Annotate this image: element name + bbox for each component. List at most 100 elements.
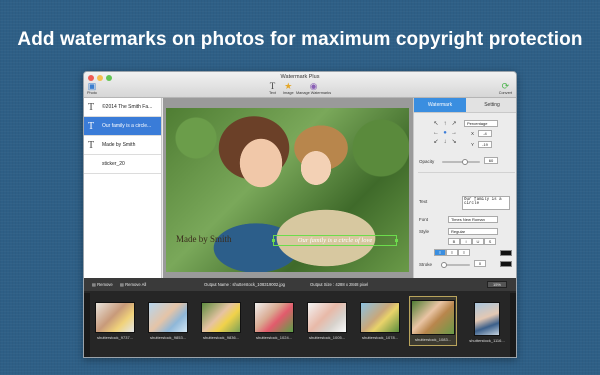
stroke-input[interactable]: 0 xyxy=(474,260,486,267)
manage-icon: ◉ xyxy=(309,81,318,91)
thumbnail-label: shutterstock_1116... xyxy=(469,338,505,343)
scroll-right-handle[interactable] xyxy=(510,293,516,357)
text-layer-icon: T xyxy=(88,101,95,113)
italic-button[interactable]: I xyxy=(460,238,472,245)
opacity-slider-knob[interactable] xyxy=(461,159,468,165)
thumbnail-selected[interactable]: shutterstock_1083... xyxy=(409,296,457,346)
thumbnail-label: shutterstock_1005... xyxy=(308,335,346,340)
arrow-up-icon[interactable]: ↑ xyxy=(441,120,449,128)
thumbnail[interactable]: shutterstock_1116... xyxy=(466,302,508,346)
add-photo-button[interactable]: ▣ Photo xyxy=(87,81,97,95)
align-right-button[interactable]: ≡ xyxy=(458,249,470,256)
text-layer-icon: T xyxy=(88,139,95,151)
app-window: Watermark Plus ▣ Photo T Text ★ Image ◉ … xyxy=(83,71,517,358)
thumbnail-label: shutterstock_1083... xyxy=(414,337,452,342)
thumbnail-label: shutterstock_1024... xyxy=(255,335,293,340)
promo-headline: Add watermarks on photos for maximum cop… xyxy=(17,29,583,50)
add-image-button[interactable]: ★ Image xyxy=(283,81,294,95)
layer-item[interactable]: sticker_20 xyxy=(84,155,161,174)
star-icon: ★ xyxy=(284,81,293,91)
format-buttons: B I U S xyxy=(448,238,496,245)
tab-watermark[interactable]: Watermark xyxy=(414,98,466,113)
align-left-button[interactable]: ≡ xyxy=(434,249,446,256)
window-title: Watermark Plus xyxy=(280,74,320,80)
manage-label: Manage Watermarks xyxy=(296,91,332,95)
output-size: Output Size : 4288 x 2848 pixel xyxy=(310,282,369,287)
preview-photo[interactable]: Made by Smith Our family is a circle of … xyxy=(166,108,409,272)
thumbnail[interactable]: shutterstock_9853... xyxy=(147,302,189,346)
convert-label: Convert xyxy=(498,91,512,95)
thumbnail[interactable]: shutterstock_1024... xyxy=(253,302,295,346)
stroke-color-swatch[interactable] xyxy=(500,261,512,267)
thumbnail-image xyxy=(201,302,241,333)
opacity-slider[interactable] xyxy=(442,159,480,165)
text-label: Text xyxy=(269,91,276,95)
arrow-right-icon[interactable]: → xyxy=(450,129,458,137)
thumbnail-label: shutterstock_1078... xyxy=(361,335,399,340)
camera-icon: ▣ xyxy=(87,81,97,91)
remove-button[interactable]: ▤ Remove xyxy=(92,282,113,287)
layer-list-panel: T ©2014 The Smith Fa... T Our family is … xyxy=(84,98,162,304)
manage-watermarks-button[interactable]: ◉ Manage Watermarks xyxy=(296,81,331,95)
layer-label: Our family is a circle... xyxy=(102,123,152,129)
x-label: X xyxy=(471,131,475,136)
font-select[interactable]: Times New Roman xyxy=(448,216,498,223)
strike-button[interactable]: S xyxy=(484,238,496,245)
arrow-top-right-icon[interactable]: ↗ xyxy=(450,120,458,128)
divider xyxy=(418,172,515,173)
stroke-slider-knob[interactable] xyxy=(441,262,447,268)
y-input[interactable]: -19 xyxy=(478,141,492,148)
thumbnail[interactable]: shutterstock_1005... xyxy=(306,302,348,346)
arrow-down-icon[interactable]: ↓ xyxy=(441,138,449,146)
convert-button[interactable]: ⟳ Convert xyxy=(499,81,512,95)
remove-all-button[interactable]: ▤ Remove All xyxy=(120,282,146,287)
watermark-text-input[interactable]: Our family is a circle xyxy=(462,196,510,210)
arrow-left-icon[interactable]: ← xyxy=(432,129,440,137)
thumbnail-image xyxy=(474,302,500,336)
position-grid: ↖ ↑ ↗ ← ● → ↙ ↓ ↘ xyxy=(432,120,458,146)
text-icon: T xyxy=(269,81,276,91)
align-center-button[interactable]: ≡ xyxy=(446,249,458,256)
add-text-button[interactable]: T Text xyxy=(269,81,276,95)
thumbnail-label: shutterstock_9737... xyxy=(96,335,134,340)
layer-item[interactable]: T Made by Smith xyxy=(84,136,161,155)
thumbnail[interactable]: shutterstock_9737... xyxy=(94,302,136,346)
thumbnail-image xyxy=(360,302,400,333)
position-unit-select[interactable]: Percentage xyxy=(464,120,498,127)
opacity-label: Opacity xyxy=(419,159,435,164)
thumbnail-image xyxy=(148,302,188,333)
opacity-input[interactable]: 60 xyxy=(484,157,498,164)
remove-all-label: Remove All xyxy=(125,282,147,287)
remove-label: Remove xyxy=(97,282,113,287)
thumbnail[interactable]: shutterstock_1078... xyxy=(359,302,401,346)
thumbnail-image xyxy=(411,300,455,335)
arrow-bottom-left-icon[interactable]: ↙ xyxy=(432,138,440,146)
scroll-left-handle[interactable] xyxy=(84,293,90,357)
arrow-top-left-icon[interactable]: ↖ xyxy=(432,120,440,128)
bold-button[interactable]: B xyxy=(448,238,460,245)
settings-tabs: Watermark Setting xyxy=(414,98,516,113)
thumbnail-image xyxy=(95,302,135,333)
style-label: Style xyxy=(419,229,430,234)
layer-item-selected[interactable]: T Our family is a circle... xyxy=(84,117,161,136)
thumbnail[interactable]: shutterstock_9836... xyxy=(200,302,242,346)
watermark-family-selected[interactable]: Our family is a circle of love xyxy=(272,235,398,246)
thumbnail-strip: shutterstock_9737... shutterstock_9853..… xyxy=(84,291,516,357)
thumbnail-label: shutterstock_9853... xyxy=(149,335,187,340)
tab-setting[interactable]: Setting xyxy=(466,98,516,113)
thumbnail-image xyxy=(254,302,294,333)
layer-item[interactable]: T ©2014 The Smith Fa... xyxy=(84,98,161,117)
layer-label: sticker_20 xyxy=(102,161,125,167)
watermark-made-by[interactable]: Made by Smith xyxy=(176,234,232,244)
center-position-icon[interactable]: ● xyxy=(441,129,449,137)
stroke-slider[interactable] xyxy=(441,262,470,268)
zoom-select[interactable]: 15% xyxy=(487,281,507,288)
arrow-bottom-right-icon[interactable]: ↘ xyxy=(450,138,458,146)
underline-button[interactable]: U xyxy=(472,238,484,245)
layer-label: Made by Smith xyxy=(102,142,136,148)
stroke-label: Stroke xyxy=(419,262,433,267)
thumbnail-label: shutterstock_9836... xyxy=(202,335,240,340)
style-select[interactable]: Regular xyxy=(448,228,498,235)
x-input[interactable]: -4 xyxy=(478,130,492,137)
text-color-swatch[interactable] xyxy=(500,250,512,256)
